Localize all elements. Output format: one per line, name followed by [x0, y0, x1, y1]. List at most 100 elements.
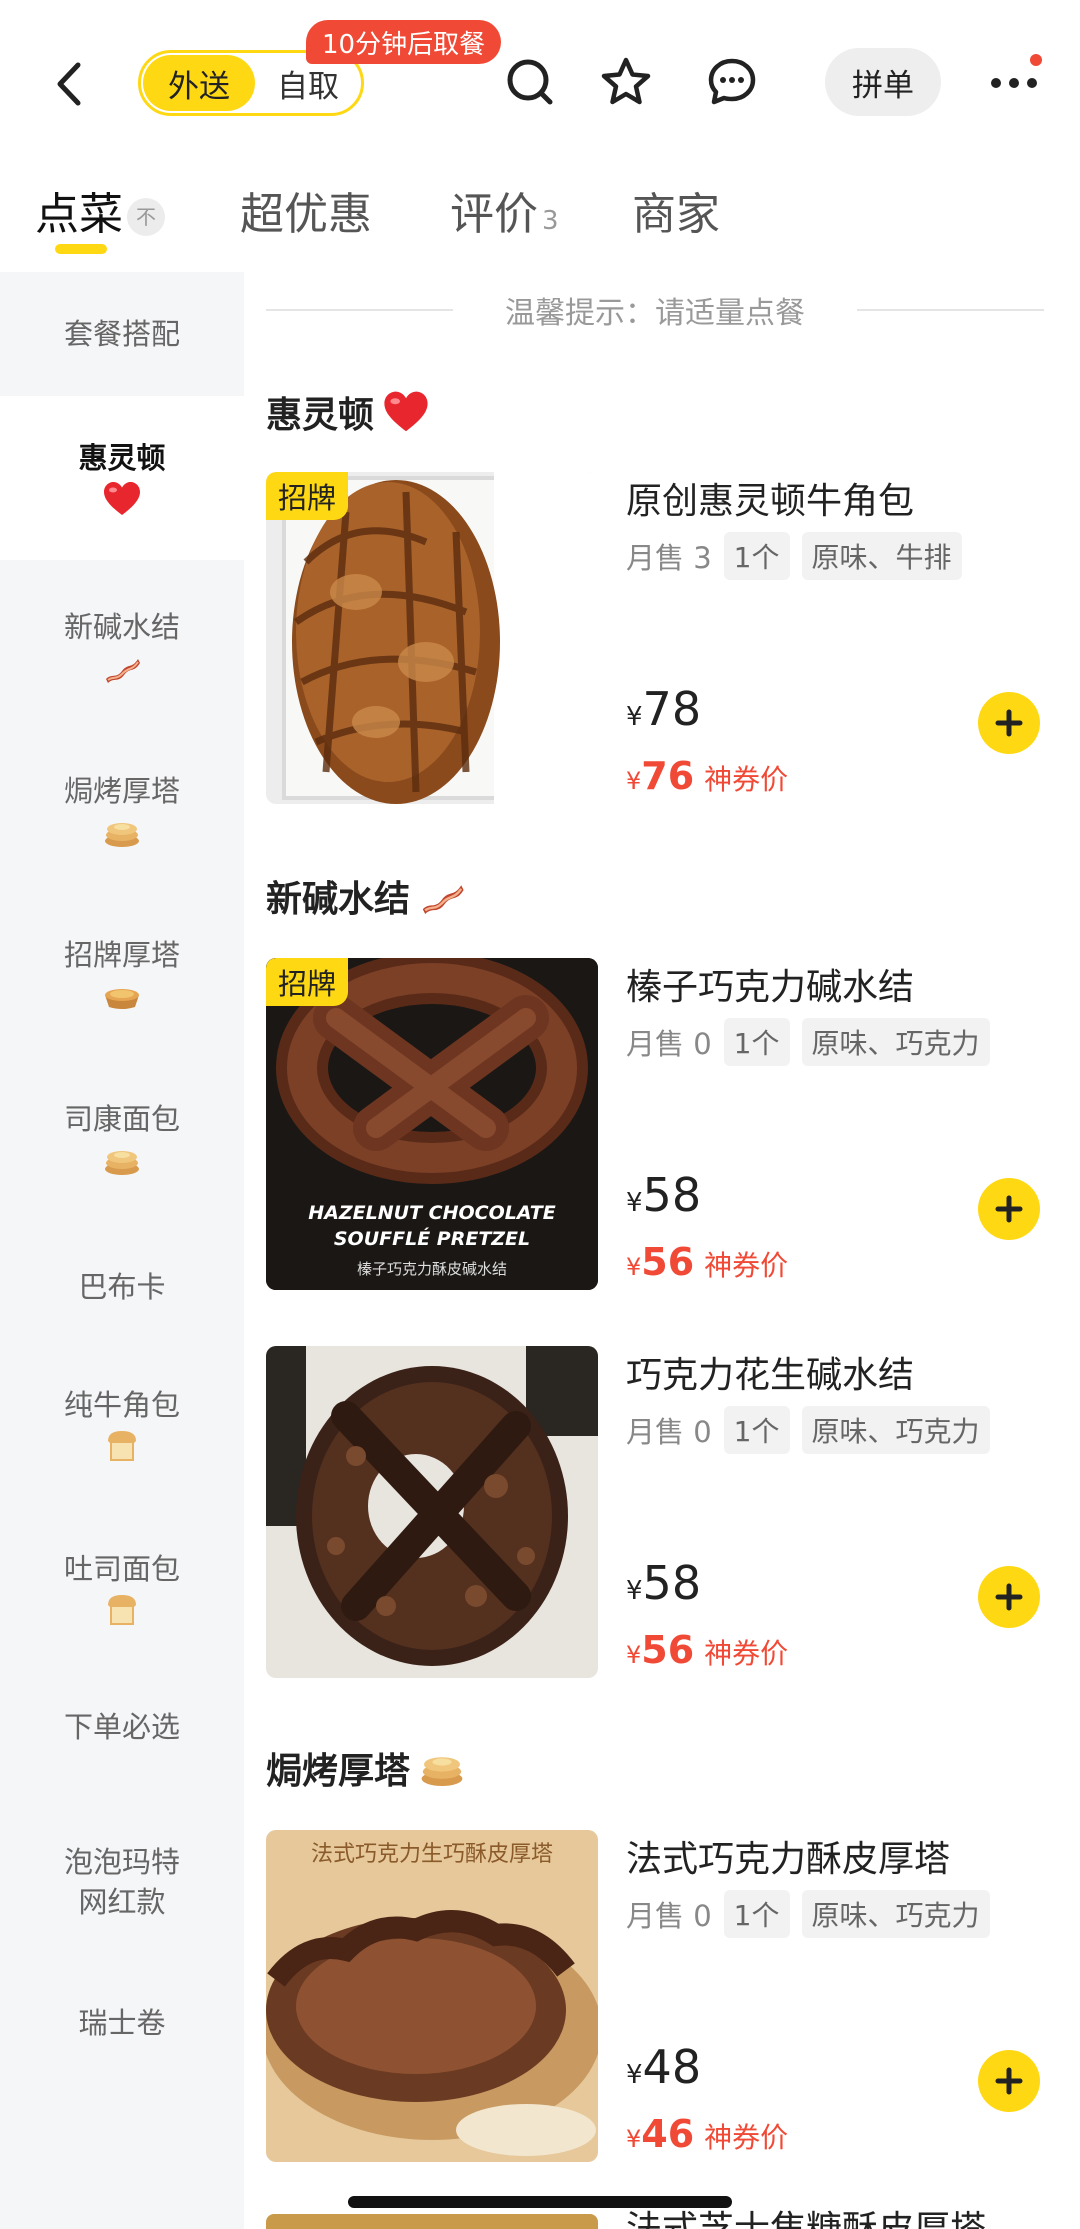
group-order-button[interactable]: 拼单 — [825, 48, 941, 116]
currency-symbol: ¥ — [626, 1253, 642, 1281]
sidebar-item-pretzel[interactable]: 新碱水结 — [0, 572, 244, 722]
notice-banner: 温馨提示：请适量点餐 — [266, 288, 1044, 332]
monthly-sales: 月售 0 — [626, 1027, 712, 1061]
tab-collapse-badge[interactable]: 不 — [127, 198, 165, 236]
coupon-label: 神券价 — [704, 763, 789, 796]
store-tabs: 点菜不 超优惠 评价 3 商家 — [0, 170, 1080, 260]
product-card[interactable]: 招牌 原创惠灵顿牛角包 月售 3 1个 原味、牛排 ¥78 ¥76 神券价 — [266, 472, 1044, 806]
sidebar-item-label: 司康面包 — [63, 1102, 180, 1136]
coupon-price: ¥56 神券价 — [626, 1240, 788, 1284]
sidebar-item-label: 招牌厚塔 — [63, 938, 180, 972]
sidebar-item-label: 下单必选 — [63, 1710, 180, 1744]
category-title-text: 惠灵顿 — [266, 395, 375, 436]
coupon-price-value: 56 — [641, 1628, 695, 1672]
sidebar-item-swiss-roll[interactable]: 瑞士卷 — [0, 1968, 244, 2078]
product-name[interactable]: 原创惠灵顿牛角包 — [626, 472, 914, 524]
star-favorite-icon[interactable] — [596, 52, 656, 112]
sidebar-item-label: 纯牛角包 — [63, 1388, 180, 1422]
sidebar-item-label: 焗烤厚塔 — [63, 774, 180, 808]
product-image[interactable]: 法式巧克力生巧酥皮厚塔 — [266, 1830, 598, 2162]
coupon-price: ¥56 神券价 — [626, 1628, 788, 1672]
coupon-price-value: 56 — [641, 1240, 695, 1284]
bread-icon — [108, 1431, 136, 1461]
currency-symbol: ¥ — [626, 2125, 642, 2153]
category-title-pretzel: 新碱水结 — [266, 870, 466, 922]
plus-icon — [995, 709, 1023, 737]
coupon-price-value: 46 — [641, 2112, 695, 2156]
pancakes-icon — [105, 1151, 139, 1175]
sidebar-item-combo[interactable]: 套餐搭配 — [0, 272, 244, 396]
notification-dot — [1030, 54, 1042, 66]
sidebar-item-label: 惠灵顿 — [78, 441, 166, 475]
category-title-text: 新碱水结 — [266, 879, 411, 920]
category-sidebar: 套餐搭配 惠灵顿 新碱水结 焗烤厚塔 招牌厚塔 司康面包 巴布卡 纯牛角包 吐司… — [0, 272, 244, 2229]
sidebar-item-scone[interactable]: 司康面包 — [0, 1064, 244, 1214]
sidebar-item-babka[interactable]: 巴布卡 — [0, 1232, 244, 1342]
product-image[interactable]: HAZELNUT CHOCOLATE SOUFFLÉ PRETZEL 榛子巧克力… — [266, 958, 598, 1290]
category-title-text: 焗烤厚塔 — [266, 1751, 411, 1792]
search-icon[interactable] — [500, 52, 560, 112]
image-caption-line1: HAZELNUT CHOCOLATE — [308, 1202, 556, 1224]
signature-tag: 招牌 — [266, 958, 349, 1006]
home-indicator[interactable] — [348, 2196, 732, 2208]
tab-reviews[interactable]: 评价 3 — [450, 178, 559, 242]
sidebar-item-label: 巴布卡 — [78, 1270, 166, 1304]
tab-order[interactable]: 点菜不 — [35, 178, 165, 242]
mode-delivery-option[interactable]: 外送 — [143, 55, 255, 111]
tab-deals[interactable]: 超优惠 — [240, 178, 372, 242]
sidebar-item-must-select[interactable]: 下单必选 — [0, 1672, 244, 1782]
product-price: ¥58 — [626, 1556, 701, 1610]
product-card[interactable]: 巧克力花生碱水结 月售 0 1个 原味、巧克力 ¥58 ¥56 神券价 — [266, 1346, 1044, 1680]
product-name[interactable]: 巧克力花生碱水结 — [626, 1346, 914, 1398]
currency-symbol: ¥ — [626, 767, 642, 795]
product-card[interactable]: 法式巧克力生巧酥皮厚塔 法式巧克力酥皮厚塔 月售 0 1个 原味、巧克力 ¥48… — [266, 1830, 1044, 2164]
product-image[interactable] — [266, 1346, 598, 1678]
message-icon[interactable] — [702, 52, 762, 112]
product-meta: 月售 0 1个 原味、巧克力 — [626, 1018, 990, 1066]
notice-text: 温馨提示：请适量点餐 — [505, 296, 805, 331]
add-to-cart-button[interactable] — [978, 1178, 1040, 1240]
coupon-price: ¥76 神券价 — [626, 754, 788, 798]
plus-icon — [995, 1195, 1023, 1223]
sidebar-item-baked-tart[interactable]: 焗烤厚塔 — [0, 736, 244, 886]
sidebar-item-wellington[interactable]: 惠灵顿 — [0, 396, 244, 560]
product-meta: 月售 0 1个 原味、巧克力 — [626, 1406, 990, 1454]
add-to-cart-button[interactable] — [978, 692, 1040, 754]
sidebar-item-popmart[interactable]: 泡泡玛特 网红款 — [0, 1812, 244, 1952]
product-meta: 月售 3 1个 原味、牛排 — [626, 532, 962, 580]
pickup-time-badge: 10分钟后取餐 — [306, 20, 502, 64]
sidebar-item-label-2: 网红款 — [78, 1885, 166, 1919]
sidebar-item-label: 新碱水结 — [63, 610, 180, 644]
product-price: ¥48 — [626, 2040, 701, 2094]
price-value: 48 — [642, 2040, 702, 2094]
product-name[interactable]: 榛子巧克力碱水结 — [626, 958, 914, 1010]
sidebar-item-croissant[interactable]: 纯牛角包 — [0, 1350, 244, 1500]
sidebar-item-toast[interactable]: 吐司面包 — [0, 1514, 244, 1664]
back-icon[interactable] — [44, 54, 94, 114]
add-to-cart-button[interactable] — [978, 2050, 1040, 2112]
product-image[interactable]: 招牌 — [266, 472, 598, 804]
quantity-chip: 1个 — [723, 1890, 790, 1938]
divider — [266, 309, 453, 311]
sidebar-item-signature-tart[interactable]: 招牌厚塔 — [0, 900, 244, 1050]
price-value: 58 — [642, 1556, 702, 1610]
tab-merchant[interactable]: 商家 — [632, 178, 720, 242]
red-heart-icon — [384, 391, 428, 432]
price-value: 58 — [642, 1168, 702, 1222]
tab-order-label: 点菜 — [35, 189, 123, 240]
next-product-image[interactable] — [266, 2214, 598, 2229]
product-card[interactable]: HAZELNUT CHOCOLATE SOUFFLÉ PRETZEL 榛子巧克力… — [266, 958, 1044, 1292]
signature-tag: 招牌 — [266, 472, 349, 520]
monthly-sales: 月售 0 — [626, 1415, 712, 1449]
image-caption-line1: 法式巧克力生巧酥皮厚塔 — [310, 1842, 553, 1867]
coupon-price: ¥46 神券价 — [626, 2112, 788, 2156]
add-to-cart-button[interactable] — [978, 1566, 1040, 1628]
product-name[interactable]: 法式巧克力酥皮厚塔 — [626, 1830, 950, 1882]
plus-icon — [995, 1583, 1023, 1611]
price-value: 78 — [642, 682, 702, 736]
currency-symbol: ¥ — [626, 2060, 643, 2090]
sidebar-item-label: 吐司面包 — [63, 1552, 180, 1586]
image-caption-line2: SOUFFLÉ PRETZEL — [333, 1228, 531, 1250]
next-product-name[interactable]: 法式芝士焦糖酥皮厚塔 — [626, 2210, 986, 2229]
currency-symbol: ¥ — [626, 1576, 643, 1606]
